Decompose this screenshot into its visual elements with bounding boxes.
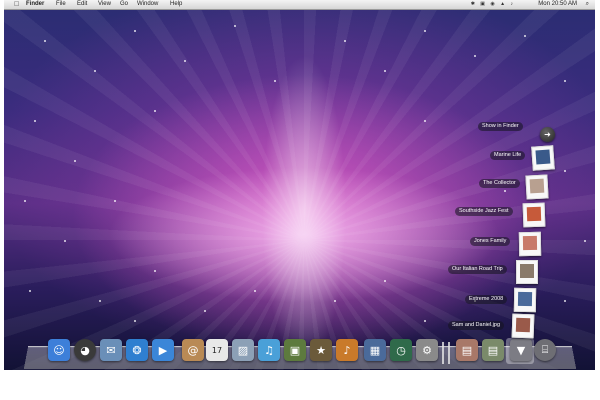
star — [564, 80, 566, 82]
star — [344, 40, 346, 42]
stack-item-thumbnail[interactable] — [513, 287, 537, 313]
star — [134, 30, 136, 32]
thumbnail-photo — [522, 235, 538, 251]
star — [64, 240, 66, 242]
status-menu-icons[interactable]: ✱ ▣ ◉ ▲ ♪ — [471, 0, 515, 9]
star — [114, 200, 116, 202]
thumbnail-photo — [535, 149, 551, 165]
ical-icon[interactable]: 17 — [206, 339, 228, 361]
star — [29, 290, 31, 292]
star — [564, 170, 566, 172]
iphoto-icon[interactable]: ▣ — [284, 339, 306, 361]
ichat-icon[interactable]: ▶ — [152, 339, 174, 361]
stack-item-label[interactable]: Marine Life — [490, 151, 526, 160]
downloads-stack-icon[interactable]: ▼ — [510, 339, 532, 361]
spotlight-icon[interactable]: ⌕ — [586, 0, 589, 9]
stack-item-label[interactable]: Southside Jazz Fest — [455, 207, 513, 216]
menu-view[interactable]: View — [98, 0, 111, 9]
star — [424, 120, 426, 122]
star — [99, 300, 101, 302]
star — [204, 310, 206, 312]
show-in-finder-arrow-icon[interactable]: ➜ — [540, 127, 555, 142]
star — [154, 270, 156, 272]
stack-item-label[interactable]: The Collector — [479, 179, 520, 188]
desktop-wallpaper:  Finder File Edit View Go Window Help ✱… — [4, 0, 595, 370]
spaces-icon[interactable]: ▦ — [364, 339, 386, 361]
time-machine-icon[interactable]: ◷ — [390, 339, 412, 361]
menu-go[interactable]: Go — [120, 0, 128, 9]
star — [134, 320, 136, 322]
safari-icon[interactable]: ❂ — [126, 339, 148, 361]
pictures-stack-icon[interactable]: ▤ — [456, 339, 478, 361]
menu-clock[interactable]: Mon 20:50 AM — [538, 0, 577, 9]
thumbnail-photo — [515, 317, 531, 333]
stack-item-thumbnail[interactable] — [516, 260, 538, 284]
documents-stack-icon[interactable]: ▤ — [482, 339, 504, 361]
star — [184, 60, 186, 62]
thumbnail-photo — [517, 291, 533, 307]
garageband-icon[interactable]: ♪ — [336, 339, 358, 361]
star — [424, 320, 426, 322]
stack-item-label[interactable]: Jones Family — [470, 237, 511, 246]
star — [94, 70, 96, 72]
thumbnail-photo — [520, 264, 534, 278]
star — [524, 35, 526, 37]
trash-icon[interactable]: ⌸ — [534, 339, 556, 361]
star — [154, 110, 156, 112]
star — [274, 80, 276, 82]
stack-item-thumbnail[interactable] — [522, 202, 546, 228]
star — [424, 30, 426, 32]
thumbnail-photo — [526, 206, 542, 222]
stack-item-thumbnail[interactable] — [525, 174, 549, 200]
menu-file[interactable]: File — [56, 0, 66, 9]
stack-item-label[interactable]: Sam and Daniel.jpg — [448, 321, 505, 330]
stack-item-thumbnail[interactable] — [531, 145, 555, 171]
finder-icon[interactable]: ☺ — [48, 339, 70, 361]
mail-icon[interactable]: ✉ — [100, 339, 122, 361]
star — [334, 300, 336, 302]
star — [384, 280, 386, 282]
stack-item-label[interactable]: Our Italian Road Trip — [448, 265, 507, 274]
star — [44, 40, 46, 42]
star — [584, 240, 586, 242]
thumbnail-photo — [529, 178, 545, 194]
imovie-icon[interactable]: ★ — [310, 339, 332, 361]
preview-icon[interactable]: ▨ — [232, 339, 254, 361]
menu-finder[interactable]: Finder — [26, 0, 44, 9]
menu-help[interactable]: Help — [170, 0, 182, 9]
menu-window[interactable]: Window — [137, 0, 158, 9]
star — [564, 300, 566, 302]
dock-separator — [448, 342, 450, 364]
menu-bar:  Finder File Edit View Go Window Help ✱… — [4, 0, 595, 10]
address-book-icon[interactable]: @ — [182, 339, 204, 361]
star — [74, 160, 76, 162]
star — [24, 200, 26, 202]
star — [254, 290, 256, 292]
show-in-finder-label[interactable]: Show in Finder — [478, 122, 523, 131]
dock-separator — [442, 342, 444, 364]
star — [474, 55, 476, 57]
dashboard-icon[interactable]: ◕ — [74, 339, 96, 361]
menu-edit[interactable]: Edit — [77, 0, 87, 9]
star — [504, 190, 506, 192]
star — [234, 25, 236, 27]
itunes-icon[interactable]: ♫ — [258, 339, 280, 361]
system-preferences-icon[interactable]: ⚙ — [416, 339, 438, 361]
star — [384, 70, 386, 72]
star — [34, 120, 36, 122]
stack-item-thumbnail[interactable] — [518, 231, 542, 257]
stack-item-thumbnail[interactable] — [511, 313, 535, 339]
stack-item-label[interactable]: Extreme 2008 — [465, 295, 508, 304]
apple-menu-icon[interactable]:  — [14, 0, 19, 9]
